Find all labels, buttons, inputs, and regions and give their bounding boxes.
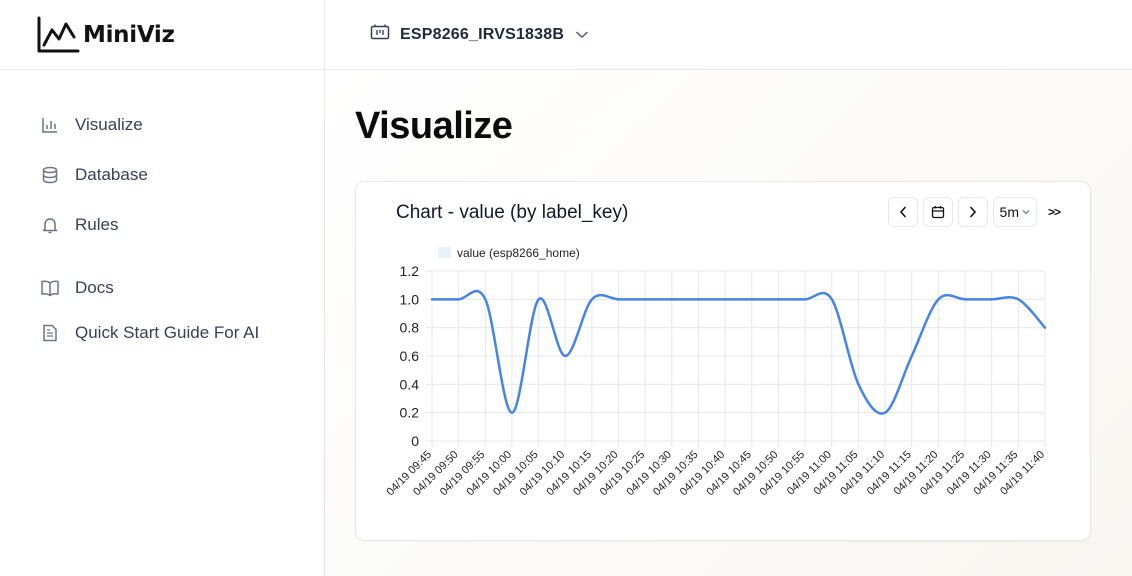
brand-name: MiniViz [83,21,175,48]
y-tick-label: 1.0 [400,291,420,307]
line-chart: value (esp8266_home)1.21.00.80.60.40.200… [385,246,1048,498]
legend-swatch [438,247,451,258]
database-icon [40,165,60,185]
sidebar-item-label: Database [75,165,148,184]
bell-icon [40,215,60,235]
sidebar-item-label: Quick Start Guide For AI [75,322,260,342]
sidebar-item-label: Docs [75,277,114,297]
y-tick-label: 0.2 [400,405,420,421]
page-title: Visualize [355,105,513,147]
sidebar-item-visualize[interactable]: Visualize [0,100,324,150]
logo-icon [37,16,80,52]
topbar: ESP8266_IRVS1838B [325,0,1132,70]
y-tick-label: 0.4 [400,376,420,392]
main-content: Visualize Chart - value (by label_key) 5… [325,71,1132,576]
sidebar-item-label: Visualize [75,115,143,134]
sidebar-item-rules[interactable]: Rules [0,200,324,250]
sidebar-item-label: Rules [75,215,119,234]
book-icon [40,278,60,298]
y-tick-label: 0 [411,433,419,449]
device-name: ESP8266_IRVS1838B [400,25,565,43]
bar-chart-icon [40,115,60,135]
sidebar-nav: Visualize Database Rules Docs Quick Star… [0,70,324,355]
sidebar: MiniViz Visualize Database Rules Docs Qu… [0,0,325,576]
chart-card: Chart - value (by label_key) 5m >> value… [355,181,1091,541]
brand[interactable]: MiniViz [0,0,324,70]
y-tick-label: 0.6 [400,348,420,364]
y-tick-label: 1.2 [400,263,420,279]
sidebar-item-quick-start[interactable]: Quick Start Guide For AI [0,310,324,355]
sidebar-item-docs[interactable]: Docs [0,265,324,310]
sidebar-item-database[interactable]: Database [0,150,324,200]
nav-divider [0,250,324,265]
document-icon [40,323,60,343]
series-line [430,289,1047,415]
device-selector[interactable]: ESP8266_IRVS1838B [370,23,588,46]
chevron-down-icon [576,26,588,44]
legend-label: value (esp8266_home) [457,246,580,260]
device-icon [370,23,390,46]
y-tick-label: 0.8 [400,320,420,336]
